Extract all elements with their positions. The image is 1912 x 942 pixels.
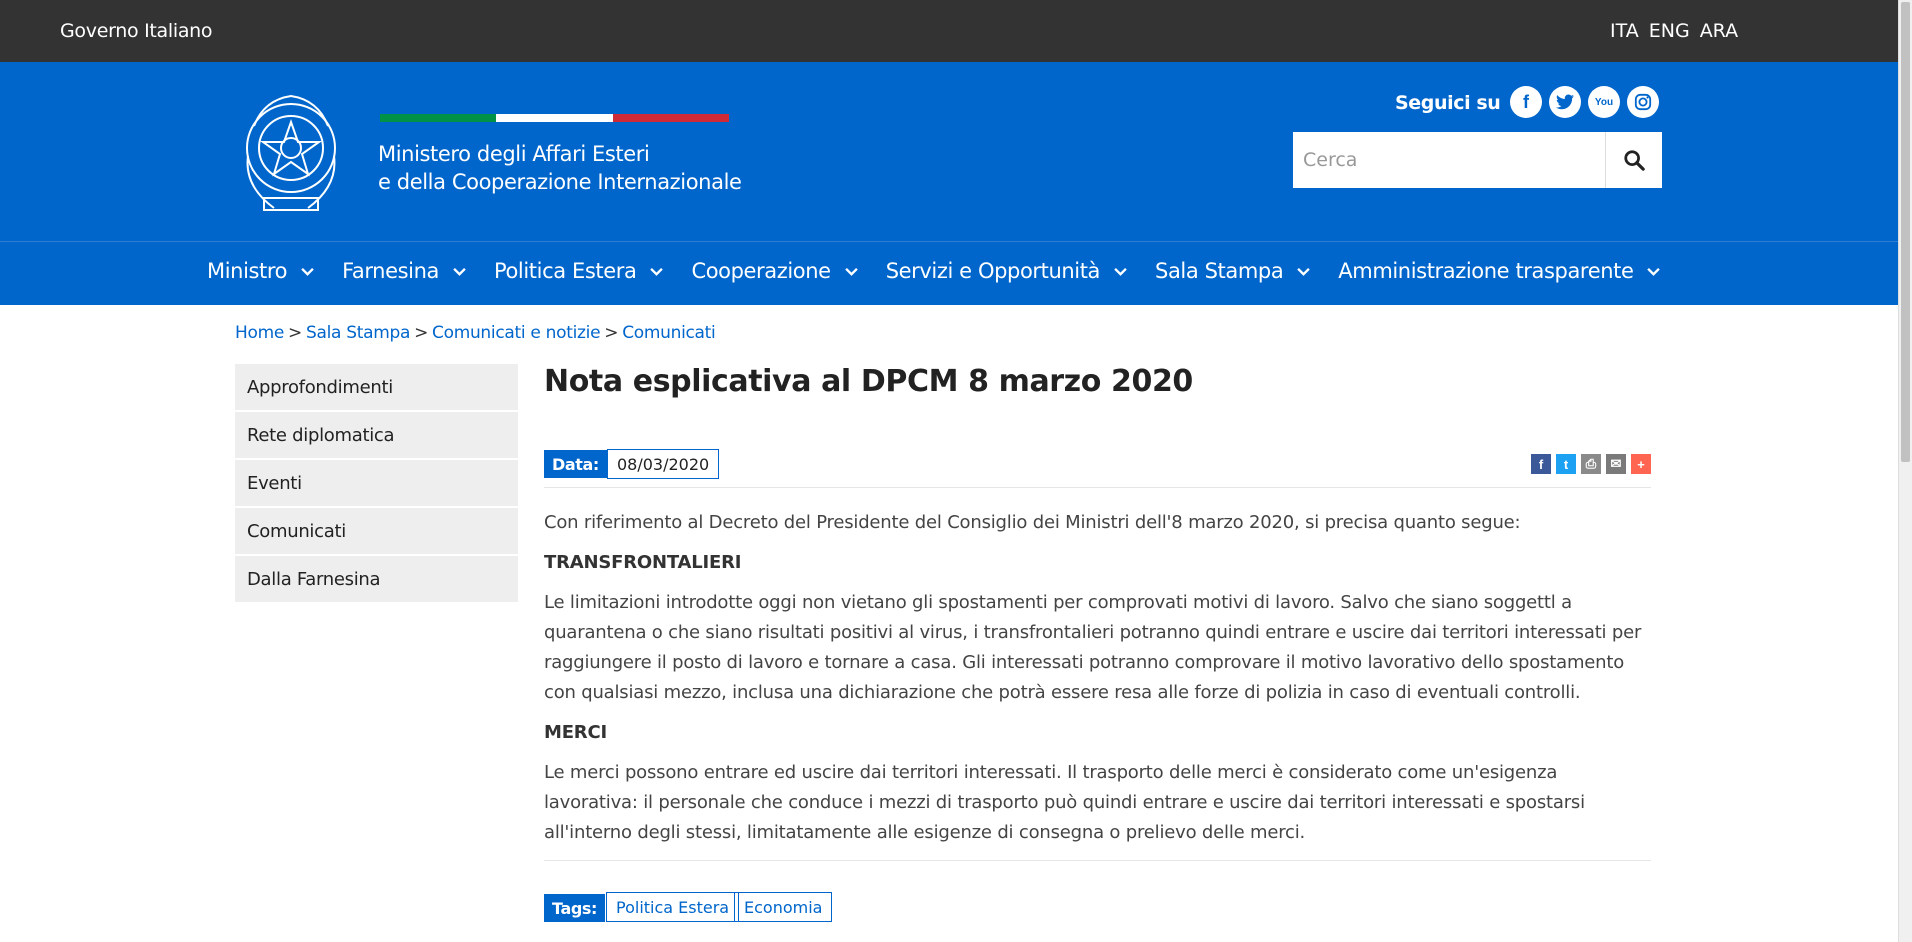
chevron-down-icon [1297,267,1311,276]
breadcrumb-separator: > [288,323,302,343]
sidebar-item-approfondimenti[interactable]: Approfondimenti [235,364,518,410]
nav-label: Ministro [207,259,288,283]
youtube-icon[interactable]: You [1588,86,1620,118]
site-header: Ministero degli Affari Esteri e della Co… [0,62,1898,241]
chevron-down-icon [844,267,858,276]
tags-row: Tags: Politica Estera Economia [544,892,1144,924]
breadcrumb-separator: > [604,323,619,343]
sidebar-item-comunicati[interactable]: Comunicati [235,508,518,554]
facebook-icon[interactable]: f [1510,86,1542,118]
nav-item-amministrazione[interactable]: Amministrazione trasparente [1338,259,1661,283]
article-meta: Data: 08/03/2020 f t ⎙ ✉ + [544,442,1651,488]
article: Nota esplicativa al DPCM 8 marzo 2020 Da… [544,364,1651,922]
nav-item-cooperazione[interactable]: Cooperazione [691,259,858,283]
lang-ita[interactable]: ITA [1610,20,1639,42]
nav-label: Politica Estera [493,259,637,283]
republic-emblem-icon[interactable] [234,86,348,218]
chevron-down-icon [453,267,466,276]
sidebar-item-rete-diplomatica[interactable]: Rete diplomatica [235,412,518,458]
language-switcher: ITA ENG ARA [1610,20,1738,42]
tag-politica-estera[interactable]: Politica Estera [606,892,740,922]
nav-label: Amministrazione trasparente [1338,259,1634,283]
breadcrumb-comunicati[interactable]: Comunicati [622,323,716,343]
follow-us-label: Seguici su [1395,92,1501,114]
divider [544,860,1651,861]
email-share-icon[interactable]: ✉ [1606,454,1626,474]
chevron-down-icon [1114,267,1127,276]
print-share-icon[interactable]: ⎙ [1581,454,1601,474]
government-link[interactable]: Governo Italiano [60,20,213,42]
breadcrumb-home[interactable]: Home [235,323,284,343]
date-value: 08/03/2020 [607,449,720,479]
nav-item-servizi[interactable]: Servizi e Opportunità [886,259,1127,283]
search-button[interactable] [1605,132,1662,188]
breadcrumb-comunicati-notizie[interactable]: Comunicati e notizie [432,323,601,343]
nav-label: Farnesina [342,259,439,283]
nav-label: Servizi e Opportunità [885,259,1101,283]
breadcrumb-separator: > [414,323,429,343]
lang-ara[interactable]: ARA [1700,20,1738,42]
nav-item-farnesina[interactable]: Farnesina [342,259,466,283]
article-intro: Con riferimento al Decreto del President… [544,512,1521,533]
page-title: Nota esplicativa al DPCM 8 marzo 2020 [544,364,1193,399]
instagram-icon[interactable] [1627,86,1659,118]
section-heading-transfrontalieri: TRANSFRONTALIERI [544,552,742,573]
twitter-icon[interactable] [1549,86,1581,118]
section-paragraph-merci: Le merci possono entrare ed uscire dai t… [544,762,1585,843]
main-navigation: Ministro Farnesina Politica Estera Coope… [0,241,1898,305]
chevron-down-icon [301,267,314,276]
article-body: Con riferimento al Decreto del President… [544,508,1651,858]
twitter-share-icon[interactable]: t [1556,454,1576,474]
chevron-down-icon [1647,267,1661,276]
tags-label: Tags: [544,894,606,922]
nav-item-politica-estera[interactable]: Politica Estera [493,259,664,283]
nav-label: Sala Stampa [1155,259,1284,283]
social-links: f You [1510,86,1659,118]
search-box [1293,132,1662,188]
government-bar: Governo Italiano ITA ENG ARA [0,0,1898,62]
italian-flag-stripe [380,114,729,122]
more-share-icon[interactable]: + [1631,454,1651,474]
search-input[interactable] [1293,132,1605,188]
tag-economia[interactable]: Economia [734,892,833,922]
sidebar: Approfondimenti Rete diplomatica Eventi … [235,364,518,604]
nav-item-ministro[interactable]: Ministro [207,259,314,283]
date-label: Data: [544,450,607,478]
nav-item-sala-stampa[interactable]: Sala Stampa [1155,259,1311,283]
ministry-name-line1: Ministero degli Affari Esteri [378,142,650,166]
ministry-name[interactable]: Ministero degli Affari Esteri e della Co… [378,140,742,196]
section-paragraph-transfrontalieri: Le limitazioni introdotte oggi non vieta… [544,592,1642,703]
sidebar-item-eventi[interactable]: Eventi [235,460,518,506]
scrollbar-thumb[interactable] [1901,2,1910,462]
sidebar-item-dalla-farnesina[interactable]: Dalla Farnesina [235,556,518,602]
nav-label: Cooperazione [691,259,831,283]
page-scrollbar[interactable] [1898,0,1912,942]
breadcrumb-sala-stampa[interactable]: Sala Stampa [306,323,410,343]
facebook-share-icon[interactable]: f [1531,454,1551,474]
breadcrumb: Home > Sala Stampa > Comunicati e notizie > Co… [235,323,716,343]
share-buttons: f t ⎙ ✉ + [1531,454,1651,474]
ministry-name-line2: e della Cooperazione Internazionale [378,170,742,194]
chevron-down-icon [650,267,664,276]
search-icon [1624,150,1645,171]
section-heading-merci: MERCI [544,722,607,743]
lang-eng[interactable]: ENG [1649,20,1690,42]
